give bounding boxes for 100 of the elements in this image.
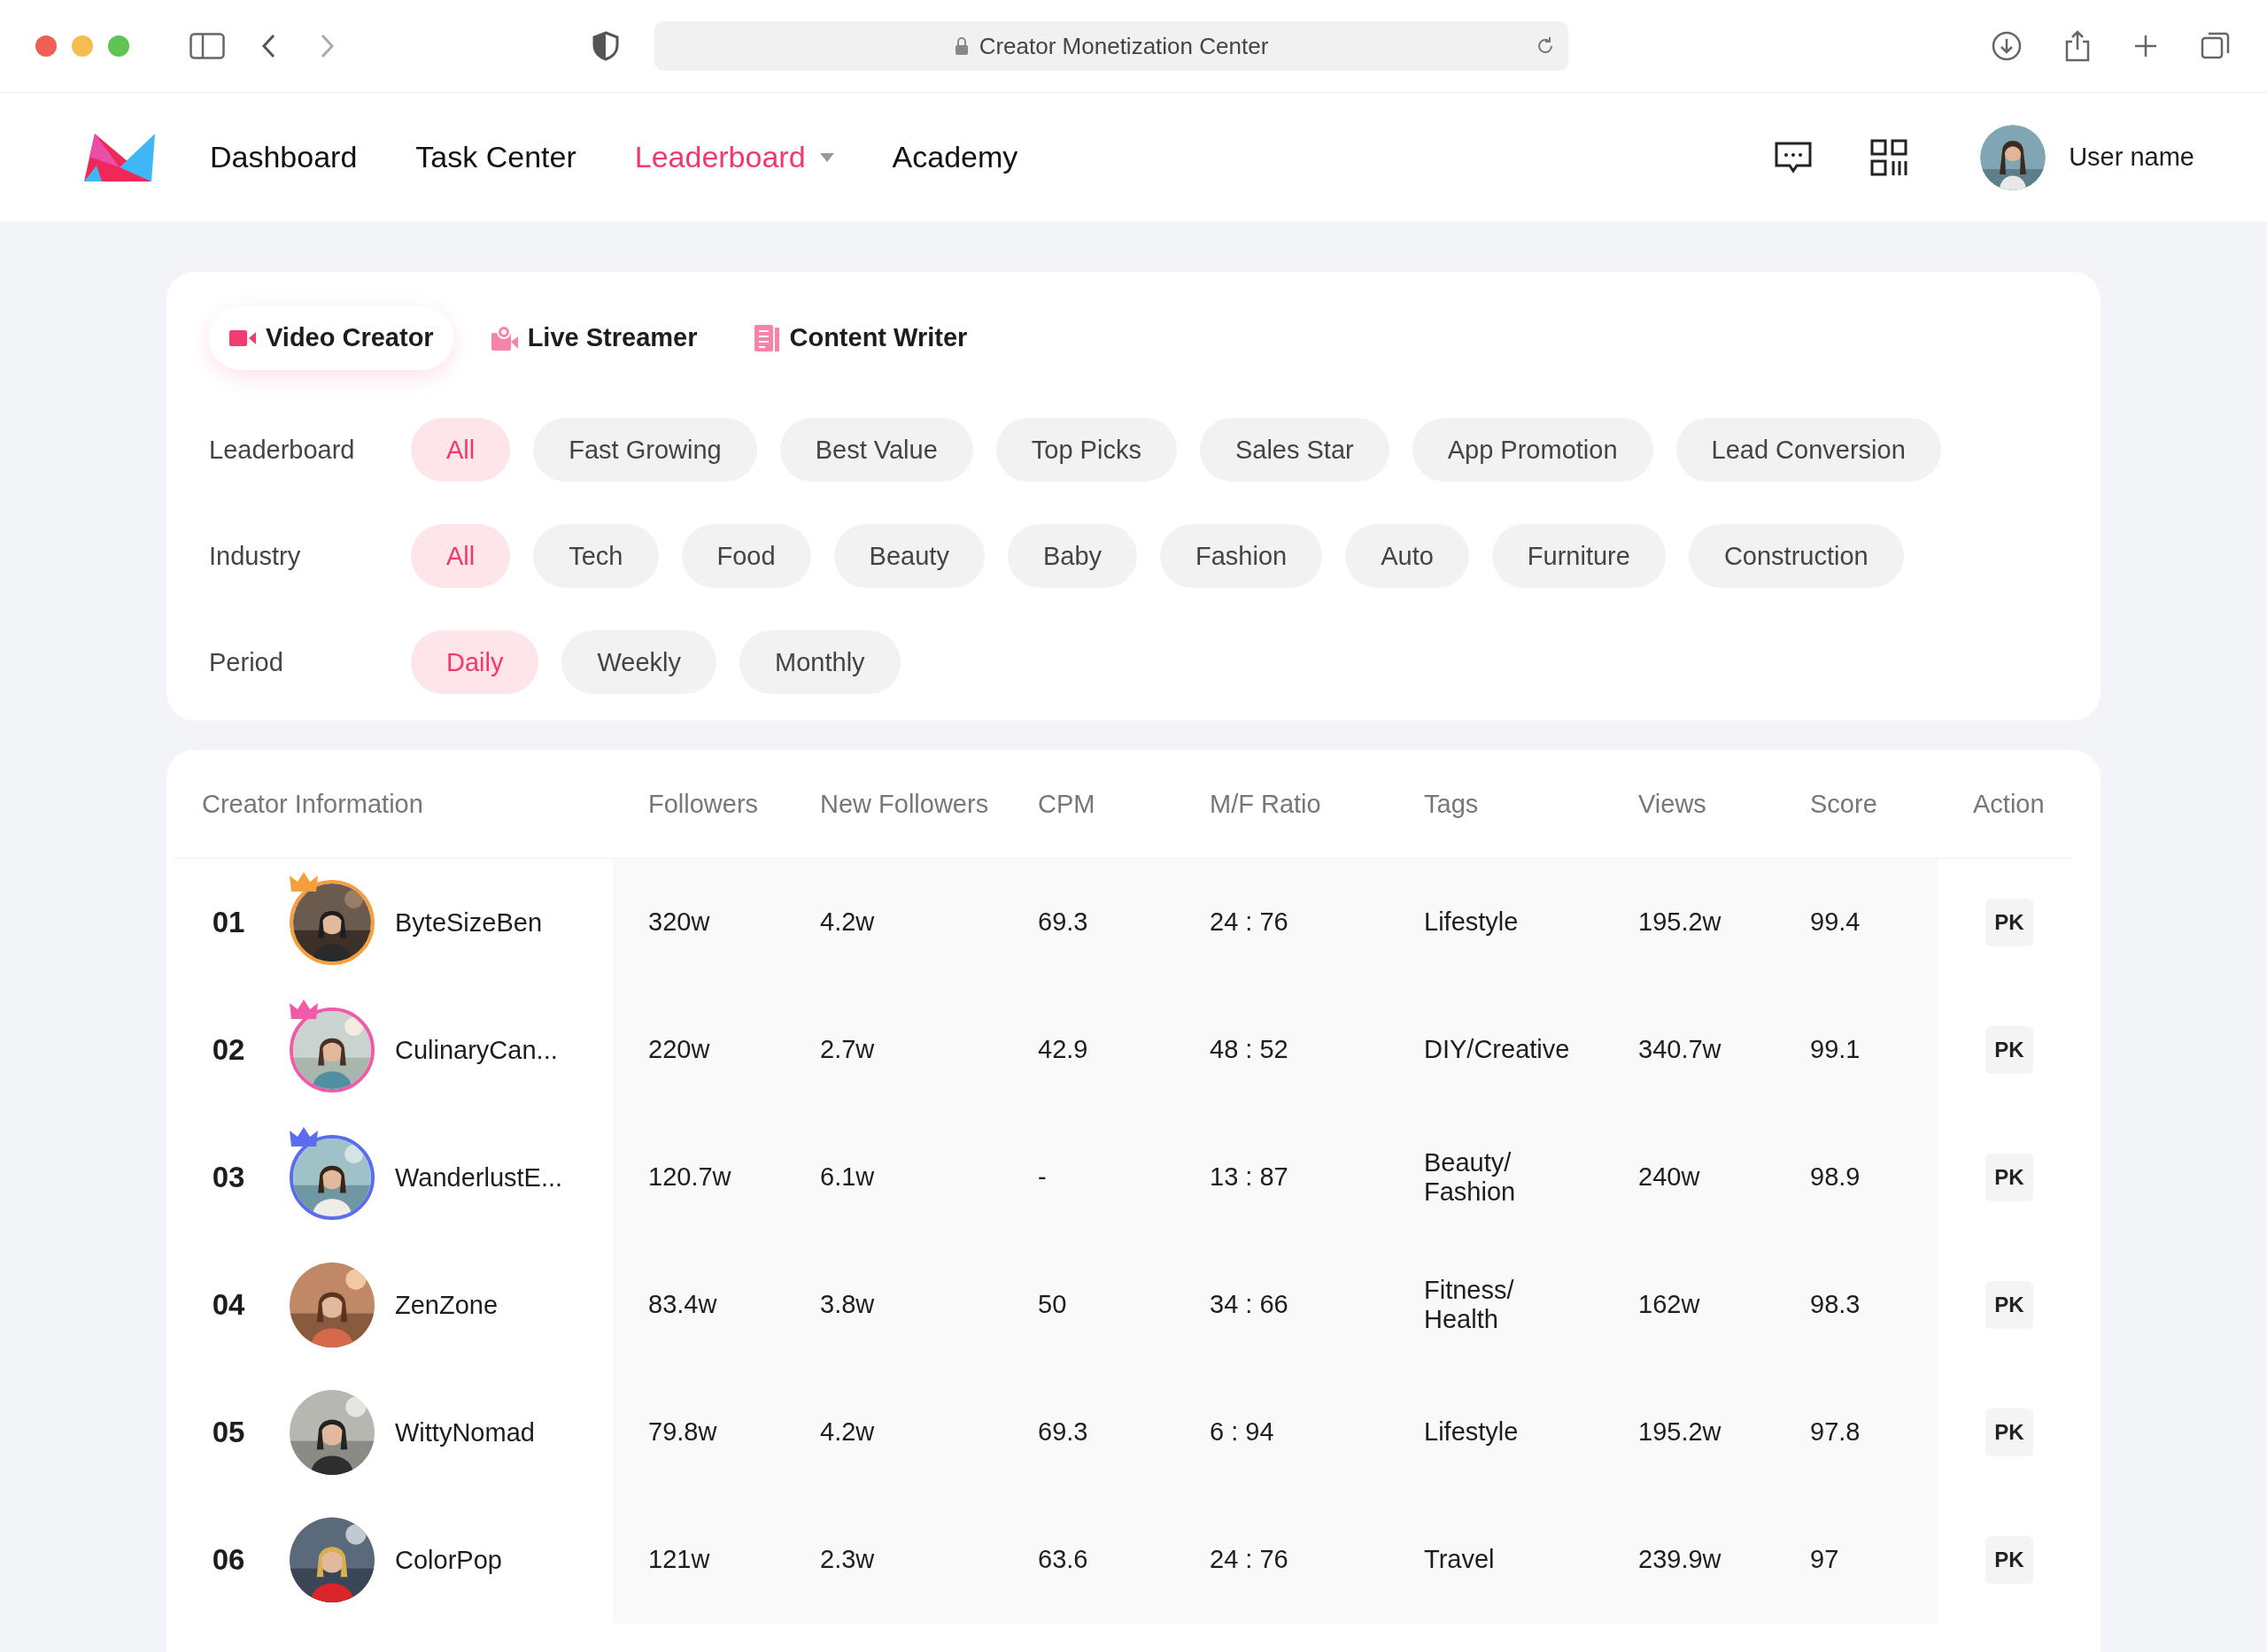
pk-button[interactable]: PK xyxy=(1985,1536,2033,1584)
table-cell: 195.2w xyxy=(1603,1369,1775,1496)
filter-chip[interactable]: Tech xyxy=(533,524,659,588)
grid-icon[interactable] xyxy=(1870,138,1908,176)
creator-name[interactable]: WanderlustE... xyxy=(395,1162,563,1193)
nav-link[interactable]: Academy xyxy=(892,140,1018,174)
table-cell: 239.9w xyxy=(1603,1496,1775,1624)
table-cell: 50 xyxy=(1002,1241,1174,1369)
pk-button[interactable]: PK xyxy=(1985,1154,2033,1201)
table-cell: - xyxy=(1002,1114,1174,1241)
table-cell: 6.1w xyxy=(785,1114,1002,1241)
nav-link[interactable]: Dashboard xyxy=(210,140,358,174)
creator-name[interactable]: ColorPop xyxy=(395,1545,502,1575)
rank-number: 05 xyxy=(211,1416,246,1449)
rank-number: 02 xyxy=(211,1033,246,1067)
rank-number: 01 xyxy=(211,906,246,939)
column-header: M/F Ratio xyxy=(1209,789,1322,819)
table-cell: 121w xyxy=(613,1496,785,1624)
table-cell: 240w xyxy=(1603,1114,1775,1241)
table-cell: 97 xyxy=(1775,1496,1938,1624)
table-cell: 42.9 xyxy=(1002,986,1174,1114)
filter-label: Period xyxy=(209,647,284,677)
sidebar-icon[interactable] xyxy=(190,33,225,59)
table-cell: 195.2w xyxy=(1603,859,1775,986)
table-cell: 13 : 87 xyxy=(1174,1114,1389,1241)
rank-number: 04 xyxy=(211,1288,246,1322)
rank-number: 03 xyxy=(211,1161,246,1194)
filter-chip[interactable]: Auto xyxy=(1345,524,1469,588)
table-cell: Travel xyxy=(1389,1496,1603,1624)
share-icon[interactable] xyxy=(2063,29,2092,63)
table-cell: 3.8w xyxy=(785,1241,1002,1369)
filter-chip[interactable]: Best Value xyxy=(779,418,973,482)
nav-link[interactable]: Leaderboard xyxy=(634,140,834,174)
table-cell: 99.4 xyxy=(1775,859,1938,986)
close-window-button[interactable] xyxy=(35,35,57,57)
table-cell: 69.3 xyxy=(1002,859,1174,986)
creator-name[interactable]: ByteSizeBen xyxy=(395,907,543,938)
filter-chip[interactable]: Food xyxy=(681,524,811,588)
creator-type-tab[interactable]: Content Writer xyxy=(734,305,987,370)
rank-number: 06 xyxy=(211,1543,246,1577)
shield-icon[interactable] xyxy=(592,31,619,61)
table-cell: 340.7w xyxy=(1603,986,1775,1114)
filter-chip[interactable]: Beauty xyxy=(833,524,985,588)
creator-name[interactable]: CulinaryCan... xyxy=(395,1035,558,1065)
table-cell: 48 : 52 xyxy=(1174,986,1389,1114)
filter-chip[interactable]: Top Picks xyxy=(995,418,1177,482)
lock-icon xyxy=(954,36,969,56)
creator-name[interactable]: ZenZone xyxy=(395,1290,499,1320)
creator-type-tab[interactable]: Video Creator xyxy=(209,305,453,370)
table-cell: 320w xyxy=(613,859,785,986)
column-header: CPM xyxy=(1037,789,1096,819)
pk-button[interactable]: PK xyxy=(1985,1281,2033,1329)
filter-chip[interactable]: Weekly xyxy=(561,630,717,694)
table-cell: Fitness/ Health xyxy=(1389,1241,1603,1369)
filter-chip[interactable]: Baby xyxy=(1007,524,1137,588)
column-header: Views xyxy=(1637,789,1707,819)
creator-name[interactable]: WittyNomad xyxy=(395,1417,535,1447)
column-header: New Followers xyxy=(819,789,990,819)
filter-label: Industry xyxy=(209,541,302,571)
table-cell: 79.8w xyxy=(613,1369,785,1496)
column-header: Score xyxy=(1809,789,1878,819)
table-cell: 2.3w xyxy=(785,1496,1002,1624)
pk-button[interactable]: PK xyxy=(1985,1026,2033,1074)
column-header: Action xyxy=(1972,789,2046,819)
filter-chip[interactable]: Furniture xyxy=(1491,524,1666,588)
filter-chip[interactable]: Monthly xyxy=(739,630,901,694)
table-cell: 2.7w xyxy=(785,986,1002,1114)
download-icon[interactable] xyxy=(1991,30,2023,62)
table-cell: 99.1 xyxy=(1775,986,1938,1114)
table-cell: 120.7w xyxy=(613,1114,785,1241)
pk-button[interactable]: PK xyxy=(1985,1409,2033,1456)
table-cell: 220w xyxy=(613,986,785,1114)
filter-chip[interactable]: App Promotion xyxy=(1412,418,1653,482)
table-cell: 97.8 xyxy=(1775,1369,1938,1496)
filter-chip[interactable]: Fashion xyxy=(1160,524,1323,588)
address-bar[interactable]: Creator Monetization Center xyxy=(654,21,1568,71)
table-cell: Lifestyle xyxy=(1389,859,1603,986)
table-cell: Lifestyle xyxy=(1389,1369,1603,1496)
filter-chip[interactable]: Sales Star xyxy=(1199,418,1389,482)
caret-icon xyxy=(819,152,834,162)
user-name[interactable]: User name xyxy=(2069,143,2194,172)
message-icon[interactable] xyxy=(1774,140,1814,174)
creator-type-tab[interactable]: Live Streamer xyxy=(470,305,717,370)
filter-chip[interactable]: Lead Conversion xyxy=(1675,418,1941,482)
table-cell: 6 : 94 xyxy=(1174,1369,1389,1496)
table-cell: 98.3 xyxy=(1775,1241,1938,1369)
table-cell: 24 : 76 xyxy=(1174,1496,1389,1624)
column-header: Followers xyxy=(647,789,760,819)
filter-chip[interactable]: Construction xyxy=(1688,524,1904,588)
table-cell: 98.9 xyxy=(1775,1114,1938,1241)
table-cell: 83.4w xyxy=(613,1241,785,1369)
table-cell: Beauty/ Fashion xyxy=(1389,1114,1603,1241)
table-cell: 24 : 76 xyxy=(1174,859,1389,986)
new-tab-icon[interactable] xyxy=(2132,33,2159,59)
table-cell: 63.6 xyxy=(1002,1496,1174,1624)
filter-chip[interactable]: Fast Growing xyxy=(533,418,757,482)
nav-link[interactable]: Task Center xyxy=(415,140,576,174)
column-header: Creator Information xyxy=(201,789,424,819)
pk-button[interactable]: PK xyxy=(1985,899,2033,946)
table-cell: 162w xyxy=(1603,1241,1775,1369)
